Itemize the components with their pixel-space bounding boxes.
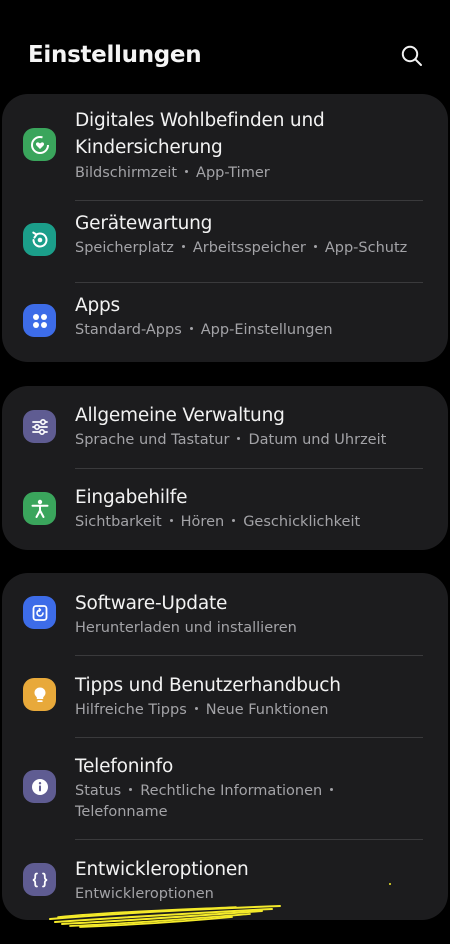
item-title: Tipps und Benutzerhandbuch [75,675,341,696]
item-title: Apps [75,295,120,316]
settings-item-tips[interactable]: Tipps und Benutzerhandbuch Hilfreiche Ti… [2,655,448,737]
scribble-speck [389,883,391,885]
settings-item-software-update[interactable]: Software-Update Herunterladen und instal… [2,573,448,655]
digital-wellbeing-icon [23,128,56,161]
separator-dot [232,518,236,522]
item-subtitle: Status Rechtliche Informationen [75,781,341,802]
item-title: Allgemeine Verwaltung [75,405,285,426]
subtitle-part: Arbeitsspeicher [192,240,306,256]
item-subtitle: Hilfreiche Tipps Neue Funktionen [75,700,328,721]
separator-dot [181,244,185,248]
separator-dot [129,787,133,791]
subtitle-part: Speicherplatz [75,240,174,256]
item-subtitle-line2: Telefonname [75,802,168,823]
separator-dot [330,787,334,791]
app-header: Einstellungen [0,0,450,94]
subtitle-part: Hören [180,514,225,530]
subtitle-part: Hilfreiche Tipps [75,702,187,718]
search-icon [401,45,422,66]
subtitle-part: Datum und Uhrzeit [248,432,387,448]
settings-item-digital-wellbeing[interactable]: Digitales Wohlbefinden und Kindersicheru… [2,94,448,200]
subtitle-part: Sichtbarkeit [75,514,162,530]
settings-item-device-care[interactable]: Gerätewartung Speicherplatz Arbeitsspeich… [2,200,448,282]
item-subtitle: Bildschirmzeit App-Timer [75,163,270,184]
settings-item-phone-info[interactable]: Telefoninfo Status Rechtliche Information… [2,737,448,839]
page-title: Einstellungen [28,42,202,68]
settings-group-2: Allgemeine Verwaltung Sprache und Tastat… [2,386,448,550]
item-title: Gerätewartung [75,213,213,234]
item-subtitle: Speicherplatz Arbeitsspeicher App-Schutz [75,238,407,259]
subtitle-part: App-Schutz [324,240,408,256]
settings-group-3: Software-Update Herunterladen und instal… [2,573,448,920]
separator-dot [194,706,198,710]
settings-item-accessibility[interactable]: Eingabehilfe Sichtbarkeit Hören Geschickli… [2,468,448,550]
lightbulb-icon [23,678,56,711]
item-subtitle: Sichtbarkeit Hören Geschicklichkeit [75,512,360,533]
separator-dot [313,244,317,248]
subtitle-part: Sprache und Tastatur [75,432,230,448]
subtitle-part: Geschicklichkeit [243,514,361,530]
settings-group-1: Digitales Wohlbefinden und Kindersicheru… [2,94,448,362]
subtitle-part: Rechtliche Informationen [140,783,323,799]
separator-dot [185,169,189,173]
settings-item-apps[interactable]: Apps Standard-Apps App-Einstellungen [2,282,448,362]
developer-braces-icon [23,863,56,896]
subtitle-part: App-Timer [196,165,270,181]
sliders-icon [23,410,56,443]
item-title: Telefoninfo [75,756,174,777]
item-subtitle: Herunterladen und installieren [75,618,297,639]
subtitle-part: Standard-Apps [75,322,182,338]
item-title: Software-Update [75,593,228,614]
software-update-icon [23,596,56,629]
info-icon [23,770,56,803]
device-care-icon [23,223,56,256]
subtitle-part: Herunterladen und installieren [75,620,297,636]
item-subtitle: Sprache und Tastatur Datum und Uhrzeit [75,430,386,451]
accessibility-icon [23,492,56,525]
item-title: Eingabehilfe [75,487,188,508]
item-title-line2: Kindersicherung [75,137,223,158]
search-button[interactable] [394,38,430,74]
apps-grid-icon [23,304,56,337]
separator-dot [189,326,193,330]
subtitle-part: App-Einstellungen [200,322,333,338]
subtitle-part: Bildschirmzeit [75,165,178,181]
subtitle-part: Status [75,783,122,799]
item-title: Digitales Wohlbefinden und [75,110,325,131]
item-subtitle: Standard-Apps App-Einstellungen [75,320,333,341]
subtitle-part: Telefonname [75,804,168,820]
subtitle-part: Neue Funktionen [205,702,329,718]
separator-dot [169,518,173,522]
separator-dot [237,436,241,440]
settings-item-general-management[interactable]: Allgemeine Verwaltung Sprache und Tastat… [2,386,448,468]
redaction-scribble [49,905,281,928]
item-title: Entwickleroptionen [75,859,249,880]
